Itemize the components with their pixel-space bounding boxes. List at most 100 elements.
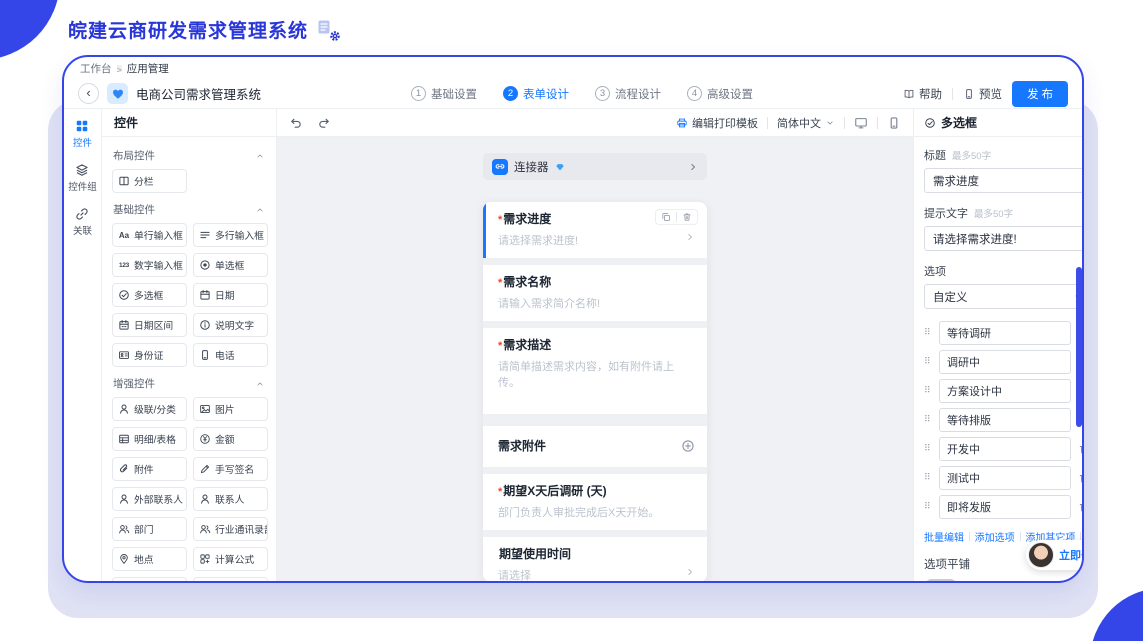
trash-icon[interactable] <box>682 212 692 222</box>
title-input[interactable] <box>924 168 1082 193</box>
options-list: ⠿ ⠿ ⠿ ⠿ <box>924 321 1082 519</box>
control-detail-table[interactable]: 明细/表格 <box>112 427 187 451</box>
form-field-progress[interactable]: *需求进度 请选择需求进度! <box>483 202 707 258</box>
trash-icon[interactable] <box>1078 501 1082 513</box>
drag-handle-icon[interactable]: ⠿ <box>924 475 934 480</box>
drag-handle-icon[interactable]: ⠿ <box>924 359 934 364</box>
control-attachment[interactable]: 附件 <box>112 457 187 481</box>
rail-tab-control-groups[interactable]: 控件组 <box>68 163 97 193</box>
control-signature[interactable]: 手写签名 <box>193 457 268 481</box>
multi-line-input-icon <box>199 229 211 241</box>
control-image[interactable]: 图片 <box>193 397 268 421</box>
form-field-research-days[interactable]: *期望X天后调研 (天) 部门负责人审批完成后X天开始。 <box>483 474 707 530</box>
control-location[interactable]: 地点 <box>112 547 187 571</box>
required-mark: * <box>498 486 502 498</box>
form-field-name[interactable]: *需求名称 请输入需求简介名称! <box>483 265 707 321</box>
field-separator <box>483 530 707 537</box>
control-phone[interactable]: 电话 <box>193 343 268 367</box>
control-approval-link[interactable]: 关联审批单 <box>193 577 268 582</box>
step-flow-design[interactable]: 3 流程设计 <box>595 86 661 102</box>
option-input[interactable] <box>939 437 1071 461</box>
control-external-contact[interactable]: 外部联系人 <box>112 487 187 511</box>
option-input[interactable] <box>939 350 1071 374</box>
drag-handle-icon[interactable]: ⠿ <box>924 504 934 509</box>
field-placeholder: 请输入需求简介名称! <box>498 295 600 311</box>
edit-print-template-button[interactable]: 编辑打印模板 <box>676 115 758 131</box>
step-4-number: 4 <box>687 86 702 101</box>
section-basic-controls[interactable]: 基础控件 <box>113 202 265 217</box>
control-single-line-input[interactable]: Aa单行输入框 <box>112 223 187 247</box>
batch-edit-link[interactable]: 批量编辑 <box>924 529 964 544</box>
step-form-design[interactable]: 2 表单设计 <box>503 86 569 102</box>
undo-icon[interactable] <box>289 116 303 130</box>
mobile-preview-icon[interactable] <box>887 116 901 130</box>
info-icon <box>199 319 211 331</box>
option-input[interactable] <box>939 466 1071 490</box>
step-basic-settings[interactable]: 1 基础设置 <box>411 86 477 102</box>
options-mode-select[interactable]: 自定义 <box>924 284 1082 309</box>
back-button[interactable]: ‹ <box>78 83 99 104</box>
rail-tab-controls[interactable]: 控件 <box>73 119 92 149</box>
section-enhanced-controls[interactable]: 增强控件 <box>113 376 265 391</box>
control-radio[interactable]: 单选框 <box>193 253 268 277</box>
control-id-card[interactable]: 身份证 <box>112 343 187 367</box>
option-input[interactable] <box>939 495 1071 519</box>
control-checkbox[interactable]: 多选框 <box>112 283 187 307</box>
form-field-description[interactable]: *需求描述 请简单描述需求内容，如有附件请上传。 <box>483 328 707 414</box>
control-multi-line-input[interactable]: 多行输入框 <box>193 223 268 247</box>
option-input[interactable] <box>939 321 1071 345</box>
add-attachment-icon[interactable] <box>681 439 695 453</box>
trash-icon[interactable] <box>1078 443 1082 455</box>
control-contact[interactable]: 联系人 <box>193 487 268 511</box>
control-formula[interactable]: 计算公式 <box>193 547 268 571</box>
chevron-right-icon <box>685 567 695 577</box>
control-split-columns[interactable]: 分栏 <box>112 169 187 193</box>
control-date-range[interactable]: 日期区间 <box>112 313 187 337</box>
form-field-expected-time[interactable]: 期望使用时间 请选择 <box>483 537 707 582</box>
control-date[interactable]: 日期 <box>193 283 268 307</box>
control-amount[interactable]: 金额 <box>193 427 268 451</box>
option-row: ⠿ <box>924 350 1082 374</box>
settings-gear-icon <box>316 19 340 41</box>
option-input[interactable] <box>939 408 1071 432</box>
breadcrumb-app-management[interactable]: 应用管理 <box>127 61 169 76</box>
single-line-input-icon: Aa <box>118 231 130 240</box>
drag-handle-icon[interactable]: ⠿ <box>924 330 934 335</box>
option-input[interactable] <box>939 379 1071 403</box>
field-placeholder: 请选择需求进度! <box>498 232 578 248</box>
panel-scrollbar-thumb[interactable] <box>1076 267 1082 427</box>
form-field-attachment[interactable]: 需求附件 <box>483 426 707 467</box>
trash-icon[interactable] <box>1078 472 1082 484</box>
control-cascade[interactable]: 级联/分类 <box>112 397 187 421</box>
rail-tab-relations[interactable]: 关联 <box>73 207 92 237</box>
step-3-number: 3 <box>595 86 610 101</box>
option-tile-toggle[interactable] <box>924 579 958 582</box>
control-department[interactable]: 部门 <box>112 517 187 541</box>
publish-button[interactable]: 发布 <box>1012 81 1068 107</box>
add-option-link[interactable]: 添加选项 <box>975 529 1015 544</box>
copy-icon[interactable] <box>661 212 671 222</box>
option-row: ⠿ <box>924 437 1082 461</box>
control-industry-directory[interactable]: 行业通讯录部门 <box>193 517 268 541</box>
hint-text-input[interactable] <box>924 226 1082 251</box>
drag-handle-icon[interactable]: ⠿ <box>924 446 934 451</box>
drag-handle-icon[interactable]: ⠿ <box>924 417 934 422</box>
columns-icon <box>118 175 130 187</box>
redo-icon[interactable] <box>317 116 331 130</box>
field-title: 需求进度 <box>503 212 551 226</box>
image-icon <box>199 403 211 415</box>
breadcrumb-workbench[interactable]: 工作台 <box>80 61 112 76</box>
control-number-input[interactable]: 123数字输入框 <box>112 253 187 277</box>
control-invoice[interactable]: 发票 <box>112 577 187 582</box>
drag-handle-icon[interactable]: ⠿ <box>924 388 934 393</box>
step-advanced-settings[interactable]: 4 高级设置 <box>687 86 753 102</box>
desktop-preview-icon[interactable] <box>854 116 868 130</box>
section-layout-controls[interactable]: 布局控件 <box>113 148 265 163</box>
preview-button[interactable]: 预览 <box>963 86 1002 102</box>
consult-widget[interactable]: 立即咨询 <box>1026 540 1082 570</box>
help-button[interactable]: 帮助 <box>903 86 942 102</box>
control-description-text[interactable]: 说明文字 <box>193 313 268 337</box>
connector-bar[interactable]: 连接器 <box>483 153 707 180</box>
language-selector[interactable]: 简体中文 <box>777 115 835 131</box>
rail-tab-controls-label: 控件 <box>73 135 92 149</box>
